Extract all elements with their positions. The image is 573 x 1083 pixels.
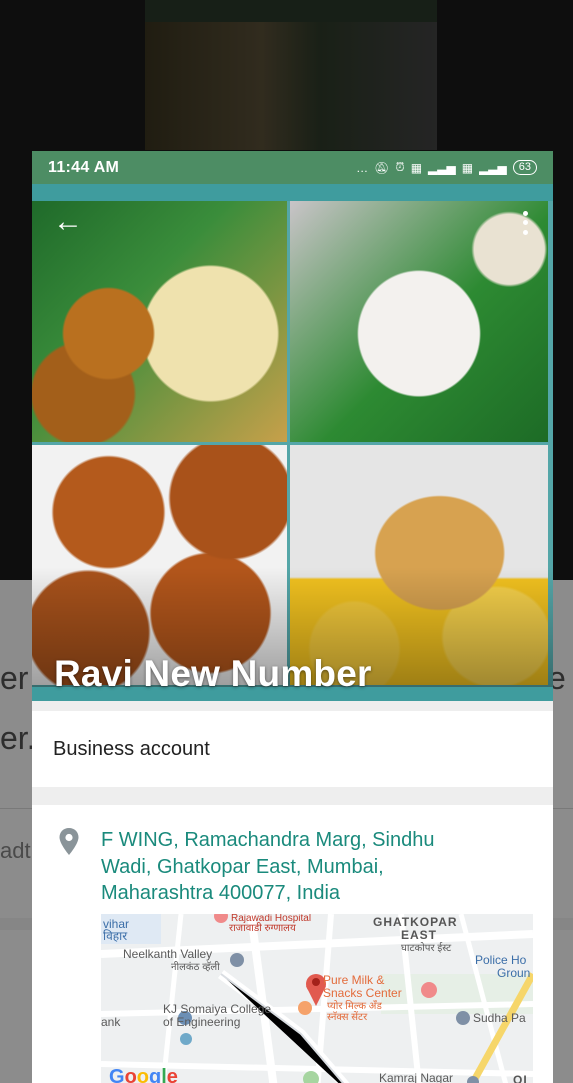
- idiyappam-photo: [290, 201, 548, 442]
- business-address-link[interactable]: F WING, Ramachandra Marg, Sindhu Wadi, G…: [101, 827, 471, 907]
- volte-icon: ▦: [410, 160, 423, 175]
- contact-name: Ravi New Number: [54, 653, 372, 694]
- map-label-kj-engineering: of Engineering: [163, 1015, 241, 1029]
- mute-icon: 🔕︎: [374, 160, 390, 175]
- map-roads: [101, 914, 533, 1083]
- map-label-kamraj: Kamraj Nagar: [379, 1071, 454, 1083]
- google-logo: Google: [109, 1066, 178, 1083]
- map-label-police-ground: Groun: [497, 966, 531, 980]
- back-arrow-icon[interactable]: ←: [52, 207, 84, 239]
- map-label-bank: ank: [101, 1015, 121, 1029]
- status-icons: … 🔕︎ ⏰︎ ▦ ▂▃▅ ▦ ▂▃▅ 63: [356, 160, 537, 175]
- address-section: F WING, Ramachandra Marg, Sindhu Wadi, G…: [32, 805, 553, 1083]
- map-label-vihar-local: विहार: [103, 929, 128, 943]
- map-label-east: EAST: [401, 928, 438, 942]
- map-label-snacks-local: स्नॅक्स सेंटर: [327, 1012, 368, 1023]
- map-label-ol: OI: [513, 1073, 528, 1083]
- toolbar-strip: [32, 184, 553, 201]
- business-account-label: Business account: [53, 737, 210, 760]
- map-label-neelkanth: Neelkanth Valley: [123, 947, 213, 961]
- 4g-signal-icon: ▂▃▅: [428, 160, 456, 175]
- map-label-neelkanth-local: नीलकंठ व्हॅली: [171, 962, 220, 973]
- location-pin-icon: [59, 828, 79, 855]
- business-account-row: Business account: [32, 711, 553, 787]
- signal-icon: ▂▃▅: [479, 160, 507, 175]
- map-label-sudha: Sudha Pa: [473, 1011, 526, 1025]
- dots-icon: …: [356, 160, 369, 175]
- overflow-menu-icon[interactable]: [515, 209, 535, 237]
- location-map[interactable]: vihar विहार Rajawadi Hospital राजावाडी र…: [101, 914, 533, 1083]
- status-bar: 11:44 AM … 🔕︎ ⏰︎ ▦ ▂▃▅ ▦ ▂▃▅ 63: [32, 151, 553, 184]
- volte-icon: ▦: [461, 160, 474, 175]
- battery-icon: 63: [512, 160, 537, 175]
- status-time: 11:44 AM: [48, 158, 120, 176]
- map-label-ghatkopar-local: घाटकोपर ईस्ट: [401, 943, 452, 954]
- map-label-hospital-local: राजावाडी रुग्णालय: [229, 923, 296, 934]
- profile-photo-header[interactable]: ← Ravi New Number: [32, 201, 553, 701]
- map-label-snacks: Snacks Center: [323, 986, 402, 1000]
- alarm-icon: ⏰︎: [395, 160, 405, 174]
- contact-info-card: 11:44 AM … 🔕︎ ⏰︎ ▦ ▂▃▅ ▦ ▂▃▅ 63 ← Ravi N…: [32, 151, 553, 1083]
